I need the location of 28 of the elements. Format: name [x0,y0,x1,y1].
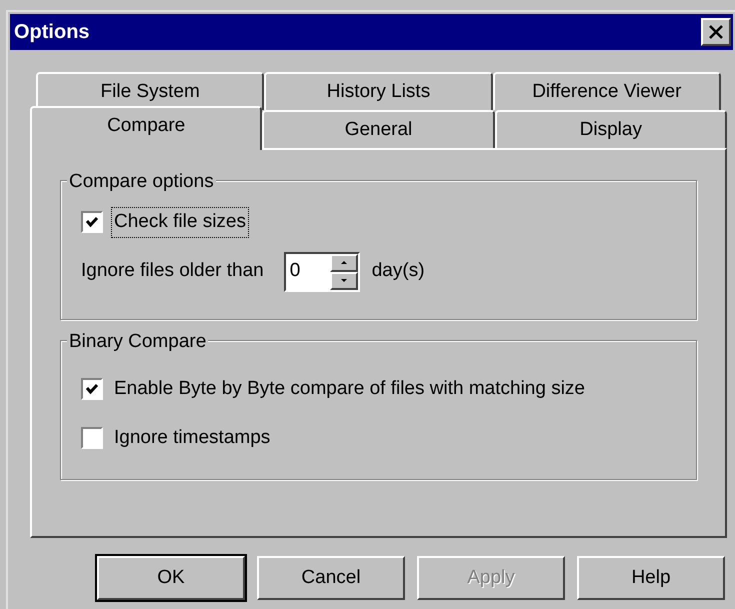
checkbox[interactable] [81,378,103,400]
field-label: Ignore files older than [81,259,264,284]
spin-box[interactable]: 0 [284,252,360,292]
checkbox-label[interactable]: Ignore timestamps [111,424,274,452]
close-button[interactable] [701,18,731,46]
spin-value: 0 [288,259,302,284]
tab[interactable]: General [262,110,495,148]
checkbox-label[interactable]: Enable Byte by Byte compare of files with matching size [111,375,588,404]
down-arrow-icon [340,279,347,282]
unit-label: day(s) [372,259,425,284]
spin-up-button[interactable] [330,254,358,272]
checkbox[interactable] [81,426,103,449]
window-title: Options [14,20,90,45]
dialog-button[interactable]: Cancel [257,556,405,600]
tab[interactable]: File System [36,72,264,110]
checkbox-label[interactable]: Check file sizes [111,207,249,238]
spin-down-button[interactable] [330,272,358,290]
up-arrow-icon [340,261,347,264]
check-icon [85,382,99,396]
tab[interactable]: Difference Viewer [492,72,721,110]
tab[interactable]: Display [494,110,727,148]
tab[interactable]: History Lists [264,72,493,110]
check-icon [85,215,99,230]
tab[interactable]: Compare [30,106,262,150]
checkbox[interactable] [81,211,103,234]
close-icon [709,25,723,39]
dialog-button[interactable]: OK [97,556,245,600]
dialog-button[interactable]: Help [577,556,725,600]
